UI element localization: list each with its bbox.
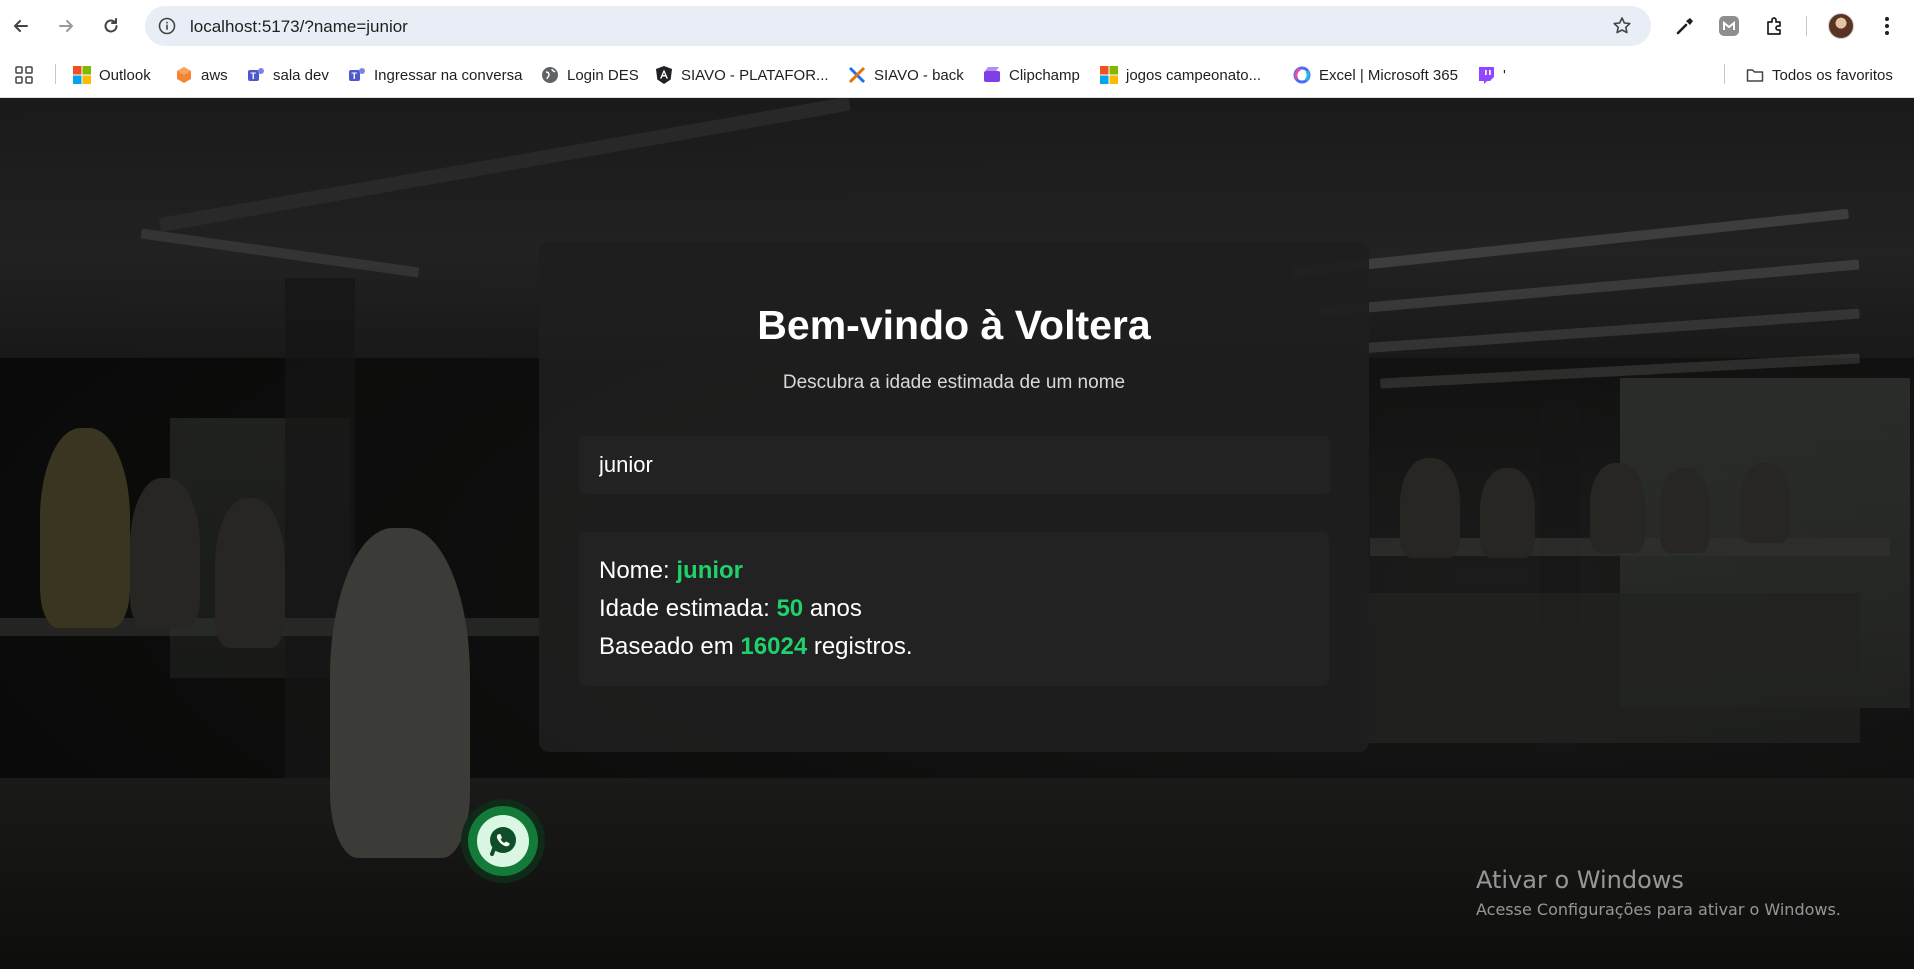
page-viewport: Bem-vindo à Voltera Descubra a idade est… [0,98,1914,969]
bookmark-label: Login DES [567,66,639,84]
teams-icon: T [349,68,365,81]
result-panel: Nome: junior Idade estimada: 50 anos Bas… [579,532,1329,686]
clipchamp-icon [984,67,1000,82]
age-lookup-card: Bem-vindo à Voltera Descubra a idade est… [539,242,1369,752]
whatsapp-button[interactable] [461,799,545,883]
background-desk [1360,593,1860,743]
bookmark-label: SIAVO - back [874,66,964,84]
bookmark-sala-dev[interactable]: T sala dev [247,64,329,86]
background-person [215,498,285,648]
bookmark-login-des[interactable]: Login DES [541,64,639,86]
arrow-left-icon [14,20,28,32]
background-person [1400,458,1460,558]
reload-button[interactable] [96,11,126,41]
background-person [130,478,200,628]
age-label: Idade estimada: [599,595,777,622]
twitch-icon [1479,67,1494,84]
bookmark-label: SIAVO - PLATAFOR... [681,66,829,84]
result-age-line: Idade estimada: 50 anos [599,590,1309,628]
forward-button[interactable] [51,11,81,41]
whatsapp-button-ring [468,806,538,876]
count-label: Baseado em [599,633,741,660]
bookmark-aws[interactable]: aws [175,64,228,86]
microsoft-icon [73,66,91,84]
x-icon [848,66,866,84]
result-name-line: Nome: junior [599,552,1309,590]
bookmark-label: aws [201,66,228,84]
bookmark-jogos-campeonato[interactable]: jogos campeonato... [1100,64,1261,86]
bookmark-label: sala dev [273,66,329,84]
folder-icon [1746,69,1764,82]
age-value: 50 [776,595,804,622]
bookmark-twitch[interactable]: ' [1477,64,1506,86]
address-bar[interactable]: localhost:5173/?name=junior [145,6,1651,46]
globe-icon [542,67,558,83]
bookmark-label: ' [1503,66,1506,84]
copilot-icon [1293,66,1311,84]
kebab-menu-icon[interactable] [1874,13,1900,39]
background-person [1480,468,1535,558]
browser-toolbar: localhost:5173/?name=junior [0,0,1914,52]
bookmark-label: Excel | Microsoft 365 [1319,66,1458,84]
watermark-title: Ativar o Windows [1476,866,1684,894]
bookmark-label: Ingressar na conversa [374,66,523,84]
page-title: Bem-vindo à Voltera [757,302,1151,348]
whatsapp-icon [490,827,516,856]
eyedropper-extension-icon[interactable] [1672,13,1698,39]
profile-avatar[interactable] [1828,13,1854,39]
arrow-right-icon [59,20,73,32]
whatsapp-button-core [477,815,529,867]
bookmark-excel-microsoft-365[interactable]: Excel | Microsoft 365 [1293,64,1458,86]
site-info-icon[interactable] [157,16,177,36]
bookmarks-bar: Outlook aws T sala dev T Ingressar na co… [0,52,1914,98]
toolbar-divider [1806,16,1807,36]
bookmark-label: Clipchamp [1009,66,1080,84]
page-subtitle: Descubra a idade estimada de um nome [782,372,1126,393]
bookmark-outlook[interactable]: Outlook [73,64,151,86]
bookmark-label: jogos campeonato... [1126,66,1262,84]
bookmark-star-icon[interactable] [1611,15,1633,37]
background-person [1740,463,1790,543]
bookmarks-divider [55,64,56,84]
svg-text:T: T [251,71,257,81]
bookmark-ingressar-na-conversa[interactable]: T Ingressar na conversa [348,64,522,86]
count-value: 16024 [740,633,808,660]
background-person [1590,463,1645,553]
apps-grid-icon [15,66,33,84]
apps-button[interactable] [15,64,33,86]
back-button[interactable] [6,11,36,41]
angular-icon [656,66,672,84]
aws-icon [177,67,191,83]
microsoft-icon [1100,66,1118,84]
url-text[interactable]: localhost:5173/?name=junior [190,17,408,37]
windows-activation-watermark: Ativar o Windows Acesse Configurações pa… [1476,866,1841,919]
name-label: Nome: [599,557,677,584]
age-unit: anos [803,595,862,622]
bookmark-siavo-plataforma[interactable]: SIAVO - PLATAFOR... [655,64,829,86]
m-extension-icon[interactable] [1716,13,1742,39]
name-input[interactable] [579,436,1331,494]
reload-icon [104,18,118,33]
all-bookmarks-label: Todos os favoritos [1772,66,1893,84]
bookmarks-divider [1724,64,1725,84]
result-count-line: Baseado em 16024 registros. [599,628,1309,666]
bookmark-label: Outlook [99,66,151,84]
count-suffix: registros. [807,633,913,660]
background-person [1660,468,1710,553]
bookmark-clipchamp[interactable]: Clipchamp [983,64,1080,86]
watermark-subtitle: Acesse Configurações para ativar o Windo… [1476,900,1841,919]
bookmark-siavo-back[interactable]: SIAVO - back [848,64,964,86]
background-person [330,528,470,858]
background-person [40,428,130,628]
all-bookmarks-folder[interactable]: Todos os favoritos [1746,64,1893,86]
teams-icon: T [248,68,264,81]
extensions-puzzle-icon[interactable] [1762,13,1788,39]
name-value: junior [676,557,744,584]
svg-text:T: T [352,71,358,81]
